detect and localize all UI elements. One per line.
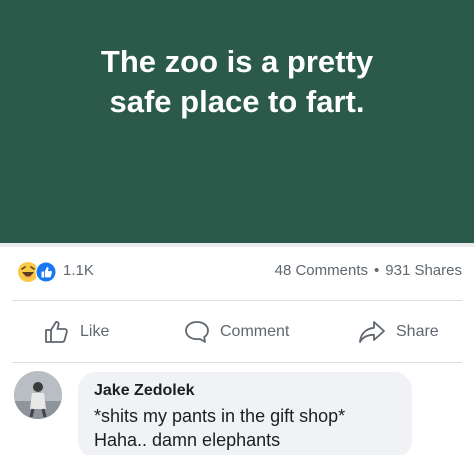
reaction-count[interactable]: 1.1K: [63, 262, 94, 279]
divider-top: [12, 300, 462, 301]
comment: Jake Zedolek *shits my pants in the gift…: [0, 366, 474, 455]
facebook-post: The zoo is a pretty safe place to fart.: [0, 0, 474, 455]
thumbs-up-icon: [44, 320, 70, 344]
like-button[interactable]: Like: [44, 314, 109, 350]
comment-author[interactable]: Jake Zedolek: [94, 382, 195, 400]
post-text: The zoo is a pretty safe place to fart.: [100, 44, 374, 119]
haha-icon: [18, 262, 38, 282]
like-label: Like: [80, 323, 110, 340]
share-count[interactable]: 931 Shares: [385, 262, 462, 279]
comment-text-line: *shits my pants in the gift shop*: [94, 406, 346, 426]
divider-bottom: [12, 362, 462, 363]
banner-divider: [0, 243, 474, 247]
share-label: Share: [396, 323, 439, 340]
speech-bubble-icon: [184, 320, 210, 344]
comment-label: Comment: [220, 323, 290, 340]
reaction-icons[interactable]: [16, 260, 60, 284]
reactions-bar: 1.1K 48 Comments • 931 Shares: [0, 254, 474, 288]
post-banner: The zoo is a pretty safe place to fart.: [0, 0, 474, 243]
share-button[interactable]: Share: [358, 314, 439, 350]
avatar[interactable]: [14, 371, 62, 419]
comment-count[interactable]: 48 Comments: [275, 262, 368, 279]
post-actions: Like Comment Share: [0, 314, 474, 350]
post-stats: 48 Comments • 931 Shares: [275, 262, 462, 279]
like-icon: [35, 261, 57, 283]
stats-separator: •: [374, 262, 380, 279]
comment-bubble: Jake Zedolek *shits my pants in the gift…: [78, 372, 412, 455]
comment-button[interactable]: Comment: [184, 314, 289, 350]
share-arrow-icon: [358, 320, 386, 344]
comment-text-line: Haha.. damn elephants: [94, 430, 281, 450]
